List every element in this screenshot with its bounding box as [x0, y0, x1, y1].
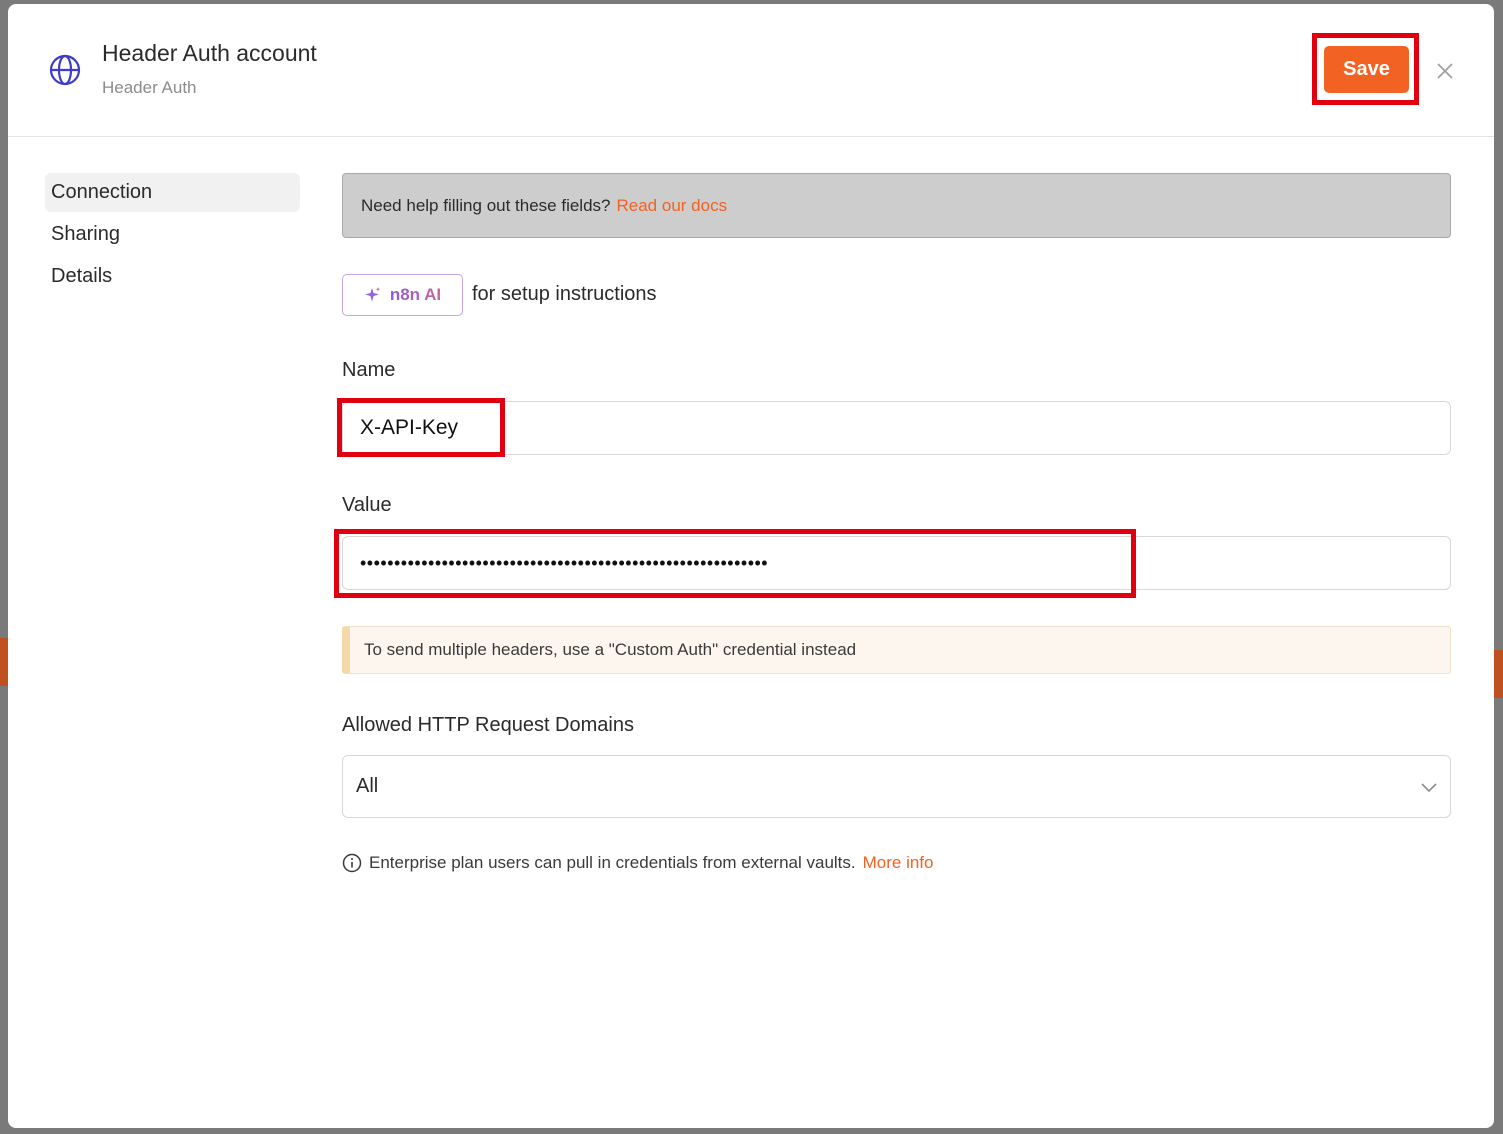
ai-hint-text: for setup instructions — [472, 283, 657, 305]
domains-select[interactable]: All — [342, 755, 1451, 818]
help-text: Need help filling out these fields? — [361, 195, 611, 215]
name-field[interactable]: X-API-Key — [342, 401, 1451, 455]
domains-selected-value: All — [356, 775, 379, 797]
domains-label: Allowed HTTP Request Domains — [342, 714, 634, 736]
sidebar-item-sharing[interactable]: Sharing — [45, 215, 300, 254]
globe-icon — [49, 54, 81, 86]
name-label: Name — [342, 359, 396, 381]
credential-title: Header Auth account — [102, 40, 317, 66]
name-highlight-box — [337, 398, 505, 457]
help-banner: Need help filling out these fields? Read… — [342, 173, 1451, 238]
sidebar-item-connection[interactable]: Connection — [45, 173, 300, 212]
docs-link[interactable]: Read our docs — [617, 196, 728, 216]
save-button[interactable]: Save — [1324, 46, 1409, 93]
modal-header: Header Auth account Header Auth Save — [8, 4, 1494, 137]
credential-type: Header Auth — [102, 78, 197, 97]
more-info-link[interactable]: More info — [863, 853, 934, 873]
info-icon — [342, 853, 362, 873]
chevron-down-icon — [1421, 783, 1437, 793]
n8n-ai-label: n8n AI — [389, 285, 442, 304]
sidebar-item-details[interactable]: Details — [45, 257, 300, 296]
sidebar-nav: Connection Sharing Details — [45, 173, 300, 299]
value-highlight-box — [334, 529, 1136, 598]
sparkle-icon — [364, 287, 381, 302]
footnote-text: Enterprise plan users can pull in creden… — [369, 853, 856, 872]
vault-footnote: Enterprise plan users can pull in creden… — [342, 853, 934, 873]
multiple-headers-notice: To send multiple headers, use a "Custom … — [342, 626, 1451, 674]
backdrop-fragment-left — [0, 638, 8, 686]
credential-modal: Header Auth account Header Auth Save Con… — [8, 4, 1494, 1128]
value-label: Value — [342, 494, 392, 516]
close-icon[interactable] — [1434, 60, 1456, 82]
n8n-ai-button[interactable]: n8n AI — [342, 274, 463, 316]
backdrop-fragment-right — [1494, 650, 1503, 698]
